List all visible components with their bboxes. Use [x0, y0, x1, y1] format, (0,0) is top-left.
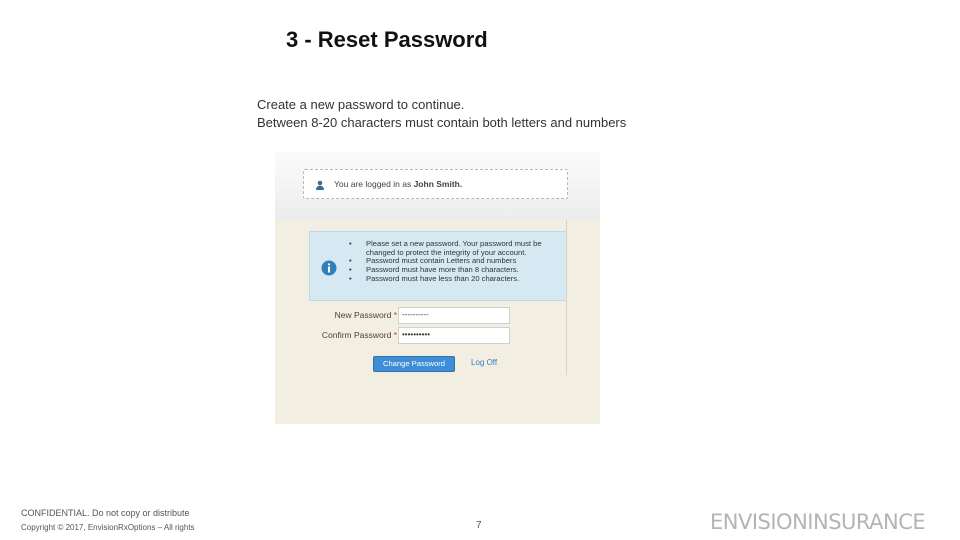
intro-line-1: Create a new password to continue.: [257, 97, 465, 112]
confirm-password-field[interactable]: ••••••••••: [398, 327, 510, 344]
divider: [566, 220, 567, 375]
reset-password-screenshot: You are logged in as John Smith. Please …: [275, 152, 600, 424]
info-item: Please set a new password. Your password…: [346, 239, 564, 257]
confirm-password-label: Confirm Password *: [321, 330, 397, 340]
info-icon: [321, 260, 337, 276]
slide-title: 3 - Reset Password: [286, 27, 488, 52]
user-icon: [316, 180, 324, 190]
new-password-label: New Password *: [334, 310, 397, 320]
user-name: John Smith.: [413, 179, 463, 189]
envision-insurance-logo: ENVISIONINSURANCE: [710, 510, 926, 534]
new-password-field[interactable]: ----------: [398, 307, 510, 324]
logged-in-bar: You are logged in as John Smith.: [303, 169, 568, 199]
logoff-link[interactable]: Log Off: [471, 358, 497, 367]
info-list: Please set a new password. Your password…: [346, 239, 564, 284]
info-item: Password must have less than 20 characte…: [346, 274, 564, 284]
intro-text: Create a new password to continue. Betwe…: [257, 96, 626, 132]
logged-in-text: You are logged in as John Smith.: [334, 179, 462, 189]
required-mark: *: [393, 310, 397, 320]
intro-line-2: Between 8-20 characters must contain bot…: [257, 115, 627, 130]
logged-in-prefix: You are logged in as: [334, 179, 412, 189]
page-number: 7: [476, 520, 482, 531]
confidential-notice: CONFIDENTIAL. Do not copy or distribute: [21, 508, 190, 518]
change-password-button[interactable]: Change Password: [373, 356, 455, 372]
required-mark: *: [393, 330, 397, 340]
info-panel: Please set a new password. Your password…: [309, 231, 567, 301]
copyright-notice: Copyright © 2017, EnvisionRxOptions – Al…: [21, 523, 195, 532]
